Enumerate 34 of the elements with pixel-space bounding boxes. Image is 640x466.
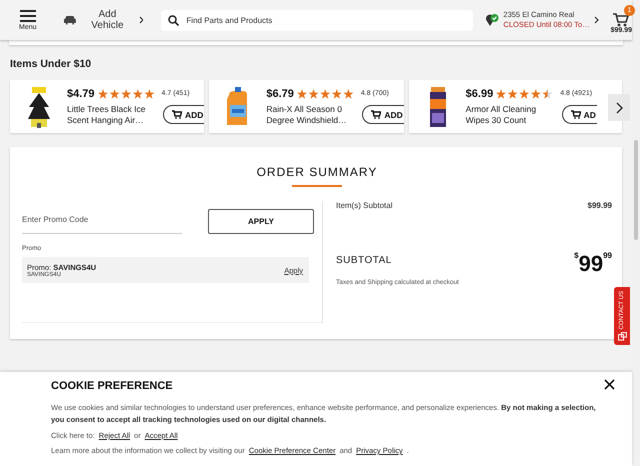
add-to-cart-button[interactable]: ADD [362, 105, 404, 124]
cart-icon [371, 110, 382, 119]
order-summary-title: ORDER SUMMARY [256, 165, 378, 179]
subtotal-label: SUBTOTAL [336, 254, 392, 266]
add-vehicle-button[interactable]: Add Vehicle [62, 9, 144, 31]
menu-icon [20, 10, 36, 22]
chevron-right-icon [594, 16, 599, 24]
car-icon [62, 15, 76, 25]
search-field[interactable]: Find Parts and Products [161, 10, 474, 30]
add-to-cart-button[interactable]: ADD [163, 105, 204, 124]
items-subtotal-label: Item(s) Subtotal [336, 201, 392, 210]
next-arrow-button[interactable] [608, 94, 630, 121]
product-name[interactable]: Rain-X All Season 0 Degree Windshield… [266, 104, 362, 126]
items-subtotal-value: $99.99 [588, 201, 612, 210]
cart-icon [613, 12, 630, 26]
chat-icon [618, 332, 626, 342]
chevron-right-icon [138, 16, 144, 24]
product-name[interactable]: Armor All Cleaning Wipes 30 Count [466, 104, 562, 126]
product-price: $4.79 [67, 88, 95, 100]
chevron-right-icon [616, 102, 622, 114]
subtotal-amount: $^{$}$99$^{99}$ [574, 250, 612, 276]
product-price: $6.79 [266, 88, 294, 100]
promo-code-field[interactable]: Enter Promo Code [22, 215, 182, 234]
cart-icon [570, 110, 581, 119]
section-title: Items Under $10 [10, 58, 92, 70]
search-icon [168, 14, 180, 26]
apply-button[interactable]: APPLY [208, 209, 314, 234]
add-to-cart-button[interactable]: AD [562, 105, 597, 124]
cookie-title: COOKIE PREFERENCE [51, 380, 173, 392]
close-icon [604, 379, 615, 390]
store-pin-icon [485, 13, 500, 27]
product-name[interactable]: Little Trees Black Ice Scent Hanging Air… [67, 104, 163, 126]
product-price: $6.99 [466, 88, 494, 100]
cart-icon [172, 110, 182, 119]
